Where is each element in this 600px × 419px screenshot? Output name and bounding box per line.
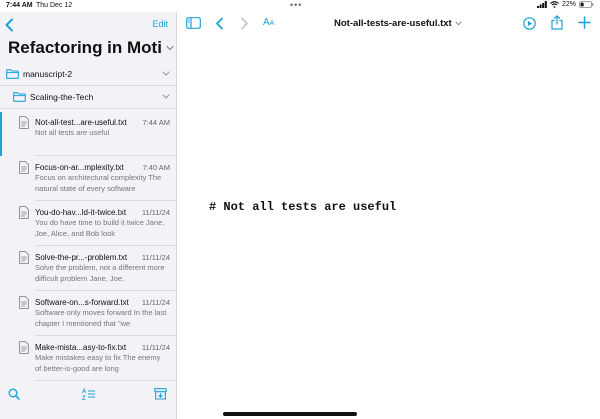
divider bbox=[35, 155, 176, 156]
file-item-focus-on-architectural[interactable]: Focus-on-ar...mplexity.txt 7:40 AM Focus… bbox=[0, 157, 176, 201]
battery-icon bbox=[579, 1, 594, 8]
home-indicator[interactable] bbox=[223, 412, 357, 416]
wifi-icon bbox=[550, 1, 559, 8]
chevron-down-icon[interactable] bbox=[162, 71, 170, 76]
file-name: Focus-on-ar...mplexity.txt bbox=[35, 163, 124, 172]
folder-label: manuscript-2 bbox=[23, 69, 73, 79]
text-editor[interactable]: # Not all tests are useful bbox=[177, 36, 600, 419]
divider bbox=[35, 335, 176, 336]
search-icon[interactable] bbox=[8, 388, 20, 400]
folder-row-manuscript[interactable]: manuscript-2 bbox=[0, 63, 176, 86]
plus-icon[interactable] bbox=[578, 16, 591, 29]
selection-indicator bbox=[0, 112, 2, 156]
back-chevron-icon[interactable] bbox=[4, 18, 14, 32]
folder-label: Scaling-the-Tech bbox=[30, 92, 94, 102]
text-format-button[interactable]: AA bbox=[263, 17, 274, 28]
edit-button[interactable]: Edit bbox=[152, 19, 168, 29]
file-name: Make-mista...asy-to-fix.txt bbox=[35, 343, 127, 352]
file-date: 11/11/24 bbox=[141, 253, 170, 262]
file-preview: Solve the problem, not a different more … bbox=[35, 263, 165, 283]
file-name: Software-on...s-forward.txt bbox=[35, 298, 129, 307]
sidebar: Edit Refactoring in Moti manuscript-2 Sc… bbox=[0, 12, 177, 419]
document-icon bbox=[19, 251, 29, 264]
file-list: Not-all-test...are-useful.txt 7:44 AM No… bbox=[0, 110, 176, 382]
cellular-signal-icon bbox=[536, 1, 547, 8]
file-item-make-mistakes-easy[interactable]: Make-mista...asy-to-fix.txt 11/11/24 Mak… bbox=[0, 337, 176, 381]
status-time: 7:44 AM bbox=[6, 2, 33, 9]
chevron-down-icon[interactable] bbox=[166, 45, 174, 51]
file-date: 7:44 AM bbox=[142, 118, 170, 127]
sidebar-toolbar: AZ bbox=[0, 382, 176, 419]
document-icon bbox=[19, 296, 29, 309]
text-format-small-a: A bbox=[269, 20, 275, 27]
text-format-large-a: A bbox=[263, 17, 270, 28]
folder-icon bbox=[6, 69, 19, 79]
forward-chevron-icon[interactable] bbox=[240, 17, 249, 30]
chevron-down-icon bbox=[455, 21, 462, 26]
chevron-down-icon[interactable] bbox=[162, 94, 170, 99]
status-indicators: 22% bbox=[536, 1, 594, 8]
status-bar: 7:44 AM Thu Dec 12 ••• 22% bbox=[0, 0, 600, 12]
sort-icon[interactable]: AZ bbox=[82, 387, 96, 401]
divider bbox=[35, 380, 176, 381]
editor-content[interactable]: # Not all tests are useful bbox=[209, 200, 396, 214]
file-preview: Make mistakes easy to fix The enemy of b… bbox=[35, 353, 161, 373]
divider bbox=[35, 245, 176, 246]
file-preview: Not all tests are useful bbox=[35, 128, 110, 137]
filename-menu[interactable]: Not-all-tests-are-useful.txt bbox=[334, 18, 462, 29]
file-date: 11/11/24 bbox=[141, 298, 170, 307]
file-item-build-it-twice[interactable]: You-do-hav...ld-it-twice.txt 11/11/24 Yo… bbox=[0, 202, 176, 246]
play-preview-icon[interactable] bbox=[523, 17, 536, 30]
file-date: 11/11/24 bbox=[141, 343, 170, 352]
project-title[interactable]: Refactoring in Moti bbox=[8, 38, 170, 58]
multitasking-dots-icon[interactable]: ••• bbox=[290, 0, 302, 10]
archive-box-icon[interactable] bbox=[154, 388, 167, 400]
svg-text:A: A bbox=[82, 389, 87, 395]
document-icon bbox=[19, 341, 29, 354]
status-date: Thu Dec 12 bbox=[36, 2, 73, 9]
editor-toolbar: AA Not-all-tests-are-useful.txt bbox=[177, 12, 600, 36]
file-name: Not-all-test...are-useful.txt bbox=[35, 118, 127, 127]
document-icon bbox=[19, 161, 29, 174]
file-preview: You do have time to build it twice Jane,… bbox=[35, 218, 165, 238]
file-preview: Focus on architectural complexity The na… bbox=[35, 173, 162, 193]
divider bbox=[35, 290, 176, 291]
share-icon[interactable] bbox=[551, 15, 563, 30]
document-icon bbox=[19, 116, 29, 129]
document-filename: Not-all-tests-are-useful.txt bbox=[334, 18, 452, 29]
svg-text:Z: Z bbox=[82, 396, 86, 401]
file-item-solve-the-problem[interactable]: Solve-the-pr...-problem.txt 11/11/24 Sol… bbox=[0, 247, 176, 291]
file-item-not-all-tests[interactable]: Not-all-test...are-useful.txt 7:44 AM No… bbox=[0, 112, 176, 156]
battery-percentage: 22% bbox=[561, 1, 576, 8]
document-icon bbox=[19, 206, 29, 219]
back-chevron-icon[interactable] bbox=[215, 17, 224, 30]
file-item-software-moves-forward[interactable]: Software-on...s-forward.txt 11/11/24 Sof… bbox=[0, 292, 176, 336]
editor-pane: AA Not-all-tests-are-useful.txt # Not al… bbox=[177, 12, 600, 419]
file-name: You-do-hav...ld-it-twice.txt bbox=[35, 208, 127, 217]
folder-icon bbox=[13, 92, 26, 102]
file-date: 7:40 AM bbox=[142, 163, 170, 172]
file-preview: Software only moves forward In the last … bbox=[35, 308, 167, 328]
divider bbox=[35, 200, 176, 201]
folder-row-scaling-the-tech[interactable]: Scaling-the-Tech bbox=[0, 86, 176, 109]
file-name: Solve-the-pr...-problem.txt bbox=[35, 253, 128, 262]
file-date: 11/11/24 bbox=[141, 208, 170, 217]
sidebar-toggle-icon[interactable] bbox=[186, 17, 201, 29]
